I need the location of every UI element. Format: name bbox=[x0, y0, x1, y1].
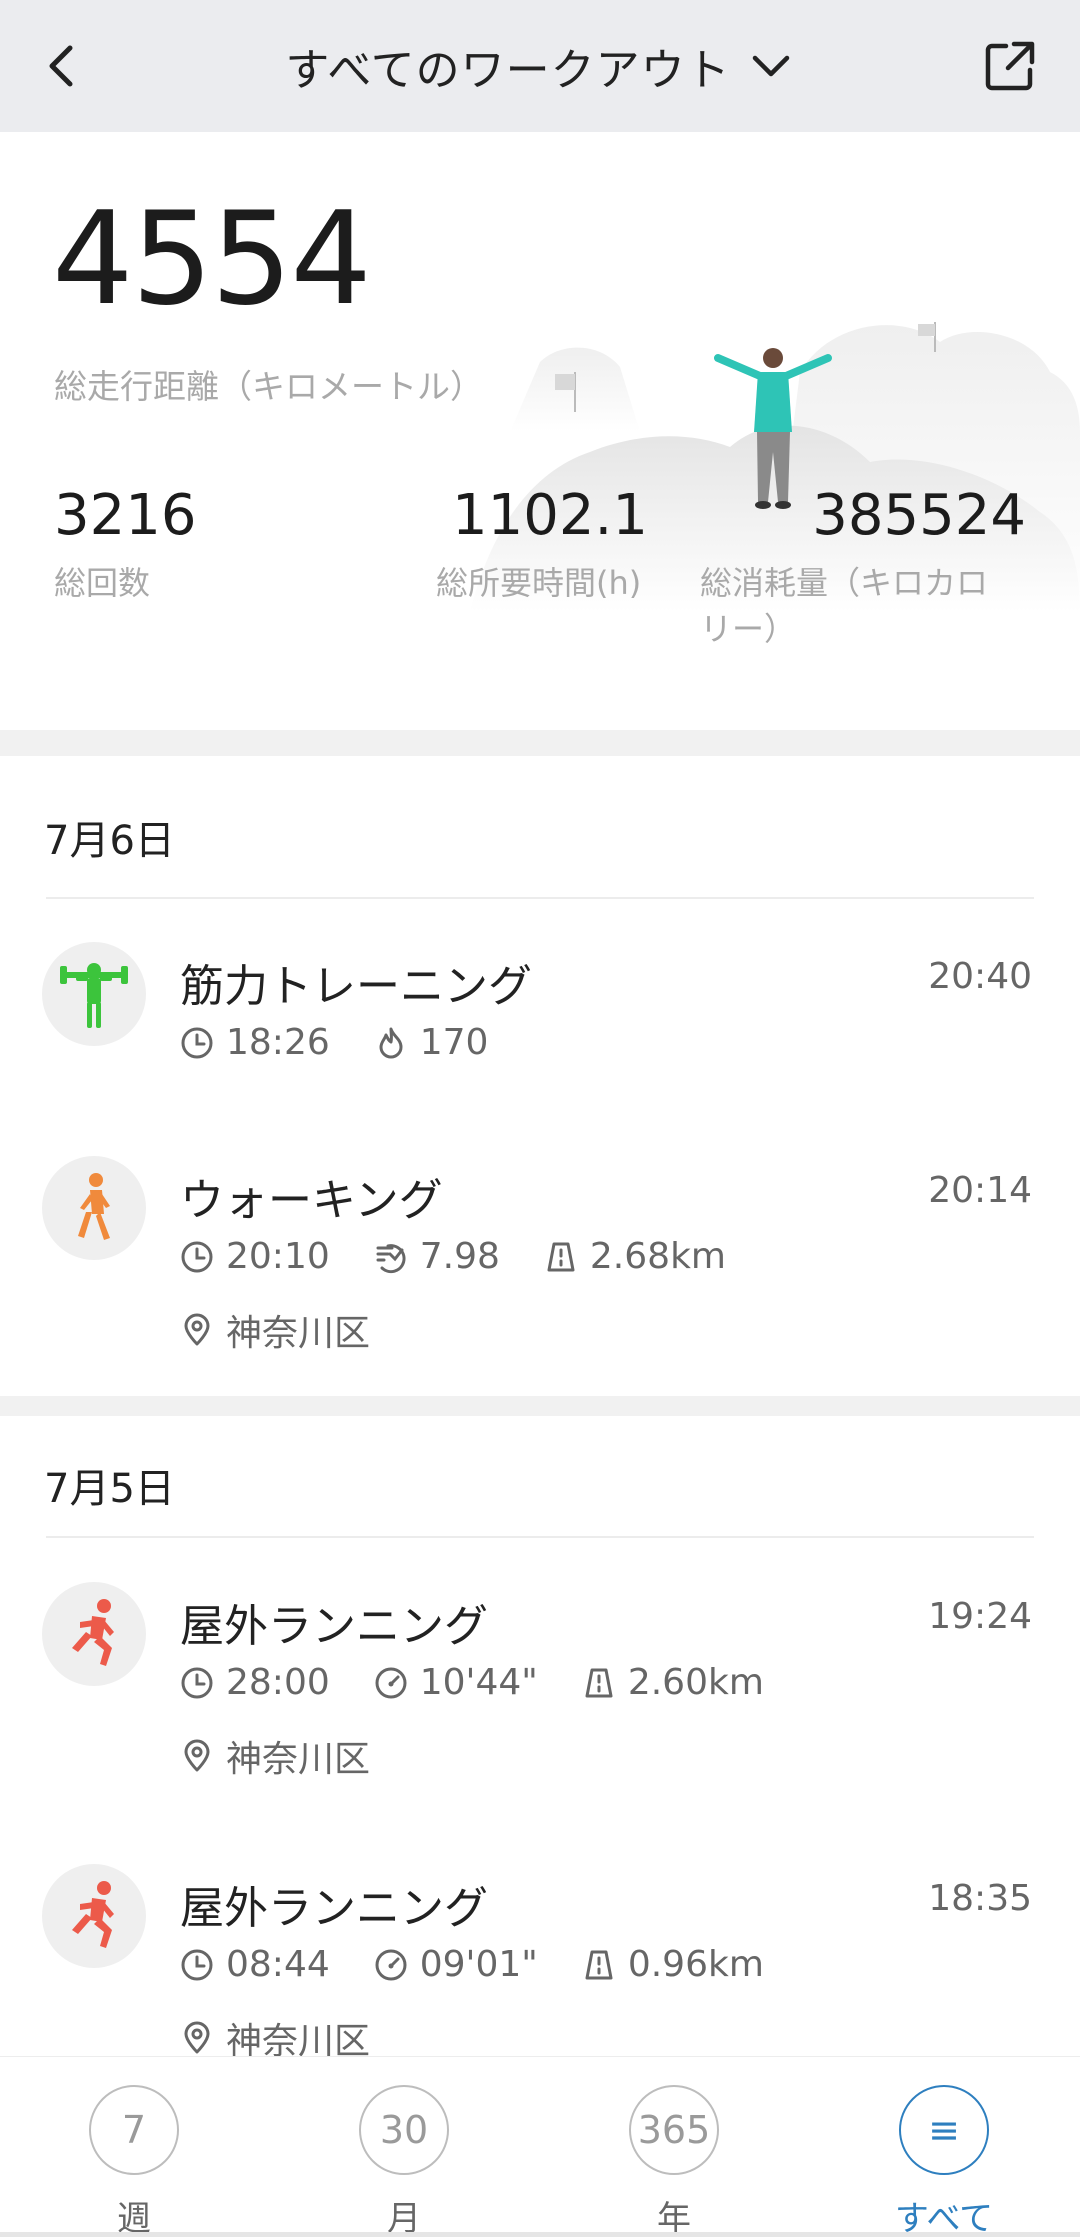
workout-location: 神奈川区 bbox=[180, 1304, 414, 1356]
step-frequency-icon bbox=[376, 1243, 406, 1273]
nav-month-circle: 30 bbox=[359, 2085, 449, 2175]
pace-gauge-icon bbox=[375, 1949, 407, 1980]
location-value: 神奈川区 bbox=[226, 1313, 371, 1354]
nav-year[interactable]: 365 年 bbox=[594, 2071, 754, 2237]
total-count-value: 3216 bbox=[54, 483, 197, 548]
workout-item[interactable]: 筋力トレーニング 20:40 18:26 170 bbox=[0, 920, 1080, 1120]
nav-week-label: 週 bbox=[117, 2199, 151, 2237]
divider bbox=[46, 897, 1034, 899]
workout-title: 屋外ランニング bbox=[180, 1601, 488, 1652]
calories-value: 170 bbox=[419, 1022, 489, 1063]
total-distance-value: 4554 bbox=[52, 185, 372, 334]
section-divider bbox=[0, 730, 1080, 756]
nav-month-label: 月 bbox=[387, 2199, 421, 2237]
total-duration-label: 総所要時間(h) bbox=[436, 564, 642, 602]
workout-item[interactable]: 屋外ランニング 18:35 08:44 09'01" 0.96km 神奈川区 bbox=[0, 1842, 1080, 2062]
running-icon bbox=[42, 1582, 146, 1686]
walking-icon bbox=[42, 1156, 146, 1260]
location-pin-icon bbox=[184, 1739, 210, 1772]
location-value: 神奈川区 bbox=[226, 1739, 371, 1780]
total-calories-label: 総消耗量（キロカロ リー） bbox=[700, 564, 989, 648]
clock-icon bbox=[181, 1027, 213, 1058]
workout-meta: 08:44 09'01" 0.96km bbox=[180, 1944, 808, 1985]
distance-icon bbox=[585, 1668, 613, 1697]
share-icon bbox=[985, 41, 1035, 91]
nav-year-circle: 365 bbox=[629, 2085, 719, 2175]
duration-value: 08:44 bbox=[226, 1944, 330, 1985]
pace-value: 10'44" bbox=[419, 1662, 538, 1703]
nav-all-label: すべて bbox=[894, 2199, 994, 2237]
steps-value: 7.98 bbox=[419, 1236, 500, 1277]
duration-value: 18:26 bbox=[226, 1022, 330, 1063]
workout-item[interactable]: 屋外ランニング 19:24 28:00 10'44" 2.60km 神奈川区 bbox=[0, 1560, 1080, 1820]
date-header: 7月6日 bbox=[44, 818, 175, 864]
nav-year-label: 年 bbox=[657, 2199, 691, 2237]
workout-start-time: 20:40 bbox=[928, 956, 1032, 997]
clock-icon bbox=[181, 1949, 213, 1980]
divider bbox=[46, 1536, 1034, 1538]
workout-location: 神奈川区 bbox=[180, 1730, 414, 1782]
flame-icon bbox=[379, 1027, 403, 1058]
chevron-down-icon bbox=[752, 55, 789, 77]
workout-meta: 28:00 10'44" 2.60km bbox=[180, 1662, 808, 1703]
distance-value: 2.60km bbox=[627, 1662, 764, 1703]
distance-value: 2.68km bbox=[589, 1236, 726, 1277]
total-count-label: 総回数 bbox=[54, 564, 151, 602]
title-dropdown[interactable]: すべてのワークアウト bbox=[0, 0, 1080, 132]
distance-icon bbox=[547, 1242, 575, 1271]
summary-section: 4554 総走行距離（キロメートル） 3216 総回数 1102.1 総所要時間… bbox=[0, 132, 1080, 730]
pace-value: 09'01" bbox=[419, 1944, 538, 1985]
workout-title: ウォーキング bbox=[180, 1175, 443, 1226]
location-pin-icon bbox=[184, 1313, 210, 1346]
workout-meta: 18:26 170 bbox=[180, 1022, 532, 1063]
clock-icon bbox=[181, 1241, 213, 1272]
home-indicator bbox=[0, 2232, 1080, 2237]
bottom-navigation: 7 週 30 月 365 年 ≡ すべて bbox=[0, 2056, 1080, 2237]
distance-value: 0.96km bbox=[627, 1944, 764, 1985]
running-icon bbox=[42, 1864, 146, 1968]
total-distance-label: 総走行距離（キロメートル） bbox=[54, 367, 483, 406]
clock-icon bbox=[181, 1667, 213, 1698]
workout-item[interactable]: ウォーキング 20:14 20:10 7.98 2.68km 神奈川区 bbox=[0, 1134, 1080, 1394]
workout-title: 筋力トレーニング bbox=[180, 961, 532, 1012]
workout-meta: 20:10 7.98 2.68km bbox=[180, 1236, 770, 1277]
share-button[interactable] bbox=[982, 38, 1038, 94]
top-bar: すべてのワークアウト bbox=[0, 0, 1080, 132]
nav-all[interactable]: ≡ すべて bbox=[864, 2071, 1024, 2237]
distance-icon bbox=[585, 1950, 613, 1979]
workout-start-time: 20:14 bbox=[928, 1170, 1032, 1211]
mountain-illustration bbox=[470, 322, 1080, 612]
pace-gauge-icon bbox=[375, 1667, 407, 1698]
date-header: 7月5日 bbox=[44, 1466, 175, 1512]
menu-icon: ≡ bbox=[899, 2085, 989, 2175]
page-title: すべてのワークアウト bbox=[285, 45, 731, 96]
nav-week-circle: 7 bbox=[89, 2085, 179, 2175]
nav-month[interactable]: 30 月 bbox=[324, 2071, 484, 2237]
workout-title: 屋外ランニング bbox=[180, 1883, 488, 1934]
total-calories-value: 385524 bbox=[812, 483, 1026, 548]
location-pin-icon bbox=[184, 2021, 210, 2054]
section-divider bbox=[0, 1396, 1080, 1416]
strength-training-icon bbox=[42, 942, 146, 1046]
duration-value: 20:10 bbox=[226, 1236, 330, 1277]
total-duration-value: 1102.1 bbox=[452, 483, 648, 548]
duration-value: 28:00 bbox=[226, 1662, 330, 1703]
workout-start-time: 19:24 bbox=[928, 1596, 1032, 1637]
nav-week[interactable]: 7 週 bbox=[54, 2071, 214, 2237]
workout-start-time: 18:35 bbox=[928, 1878, 1032, 1919]
